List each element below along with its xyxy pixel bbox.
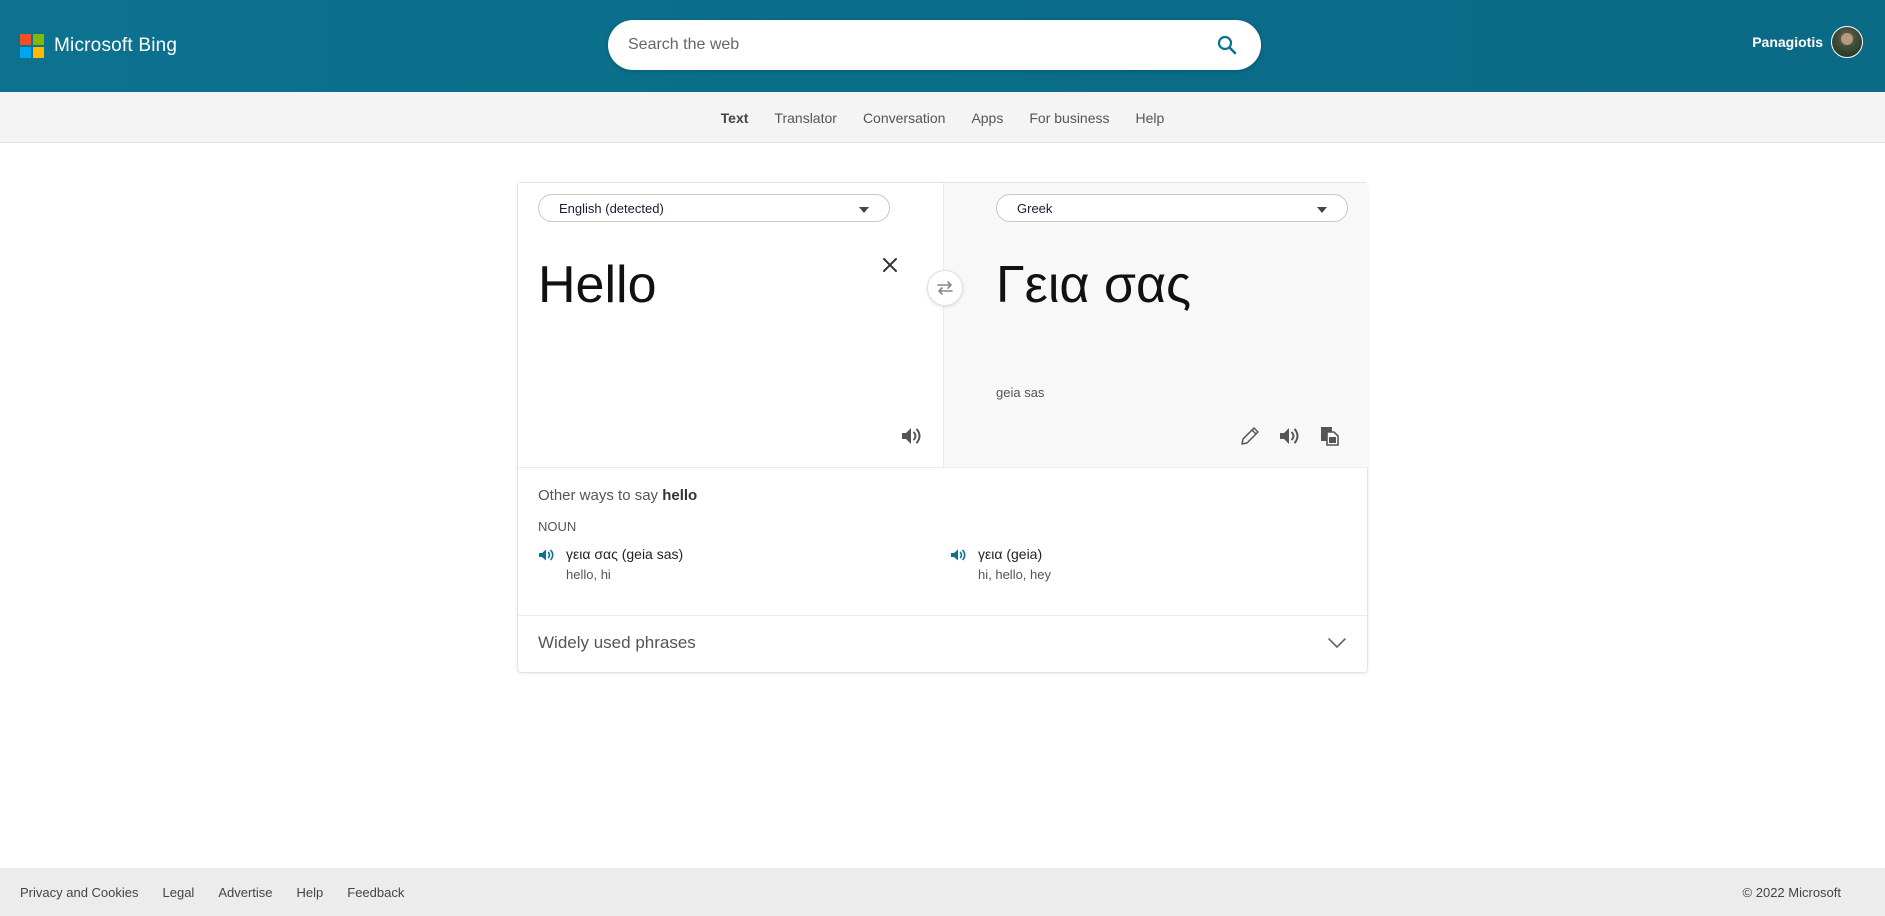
other-ways-title: Other ways to say hello (538, 487, 697, 504)
footer-link-legal[interactable]: Legal (163, 885, 195, 900)
brand-name: Microsoft Bing (54, 35, 178, 56)
widely-used-phrases-toggle[interactable]: Widely used phrases (518, 616, 1367, 672)
alternative-translation[interactable]: γεια σας (geia sas) (566, 546, 683, 562)
pencil-icon[interactable] (1238, 424, 1262, 448)
footer-link-feedback[interactable]: Feedback (347, 885, 404, 900)
source-text-input[interactable]: Hello (538, 255, 657, 315)
other-ways-section: Other ways to say hello NOUN γεια σας (g… (518, 468, 1367, 616)
copy-icon[interactable] (1318, 424, 1342, 448)
part-of-speech: NOUN (538, 519, 577, 534)
translator-card: English (detected) Hello Greek Γεια σας … (517, 182, 1368, 673)
caret-down-icon (859, 207, 869, 213)
transliteration: geia sas (996, 385, 1045, 400)
speaker-icon[interactable] (950, 547, 968, 563)
tab-for-business[interactable]: For business (1029, 110, 1109, 126)
search-box (608, 20, 1261, 70)
footer-link-privacy[interactable]: Privacy and Cookies (20, 885, 139, 900)
back-translations: hello, hi (566, 567, 611, 582)
sub-navigation: Text Translator Conversation Apps For bu… (0, 92, 1885, 143)
tab-apps[interactable]: Apps (971, 110, 1003, 126)
translated-text: Γεια σας (996, 256, 1192, 314)
bing-logo[interactable]: Microsoft Bing (20, 34, 177, 58)
target-language-label: Greek (1017, 201, 1053, 216)
tab-conversation[interactable]: Conversation (863, 110, 946, 126)
footer-link-advertise[interactable]: Advertise (218, 885, 272, 900)
alternative-translation[interactable]: γεια (geia) (978, 546, 1042, 562)
speaker-icon[interactable] (899, 424, 925, 448)
other-ways-prefix: Other ways to say (538, 487, 659, 504)
tab-text[interactable]: Text (721, 110, 749, 126)
target-pane: Greek Γεια σας geia sas (943, 183, 1368, 468)
tab-help[interactable]: Help (1136, 110, 1165, 126)
microsoft-logo-icon (20, 34, 44, 58)
search-icon[interactable] (1215, 33, 1239, 57)
swap-languages-button[interactable] (927, 270, 963, 306)
widely-used-phrases-label: Widely used phrases (538, 633, 696, 652)
top-header: Microsoft Bing Panagiotis (0, 0, 1885, 92)
avatar[interactable] (1831, 26, 1863, 58)
other-ways-word: hello (662, 487, 698, 504)
caret-down-icon (1317, 207, 1327, 213)
speaker-icon[interactable] (1277, 424, 1303, 448)
speaker-icon[interactable] (538, 547, 556, 563)
source-language-label: English (detected) (559, 201, 664, 216)
source-pane: English (detected) Hello (518, 183, 943, 468)
back-translations: hi, hello, hey (978, 567, 1051, 582)
search-input[interactable] (628, 20, 1188, 70)
footer-link-help[interactable]: Help (297, 885, 324, 900)
swap-icon (937, 281, 953, 295)
user-name: Panagiotis (1752, 34, 1823, 50)
tab-translator[interactable]: Translator (774, 110, 837, 126)
source-language-select[interactable]: English (detected) (538, 194, 890, 222)
target-language-select[interactable]: Greek (996, 194, 1348, 222)
user-account[interactable]: Panagiotis (1752, 26, 1863, 58)
copyright: © 2022 Microsoft (1742, 885, 1841, 900)
chevron-down-icon (1328, 638, 1346, 648)
close-icon[interactable] (880, 255, 900, 275)
footer: Privacy and Cookies Legal Advertise Help… (0, 868, 1885, 916)
